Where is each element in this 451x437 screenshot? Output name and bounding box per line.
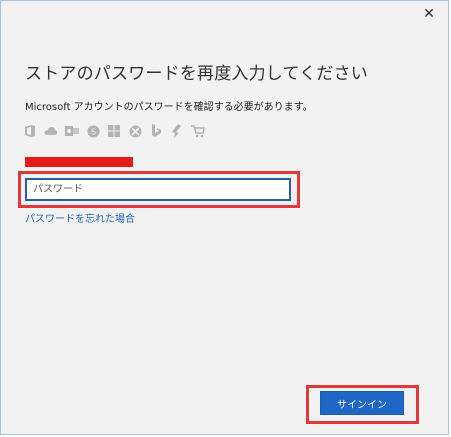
- signin-button[interactable]: サインイン: [320, 391, 404, 415]
- msn-icon: [170, 124, 184, 138]
- dialog-heading: ストアのパスワードを再度入力してください: [25, 64, 368, 84]
- svg-text:S: S: [90, 127, 95, 136]
- close-button[interactable]: ✕: [418, 4, 440, 24]
- skype-icon: S: [86, 124, 100, 138]
- outlook-icon: [65, 124, 79, 138]
- forgot-password-link[interactable]: パスワードを忘れた場合: [25, 210, 135, 225]
- store-cart-icon: [191, 124, 205, 138]
- service-icons-row: S: [23, 124, 205, 138]
- windows-icon: [107, 124, 121, 138]
- xbox-icon: [128, 124, 142, 138]
- redacted-account-name: [25, 157, 133, 167]
- reenter-password-dialog: ✕ ストアのパスワードを再度入力してください Microsoft アカウントのパ…: [0, 0, 449, 435]
- close-icon: ✕: [423, 6, 435, 22]
- title-bar: ✕: [1, 1, 448, 27]
- office-icon: [23, 124, 37, 138]
- onedrive-icon: [44, 124, 58, 138]
- bing-icon: [149, 124, 163, 138]
- dialog-subtext: Microsoft アカウントのパスワードを確認する必要があります。: [25, 102, 313, 113]
- password-input[interactable]: [25, 178, 291, 201]
